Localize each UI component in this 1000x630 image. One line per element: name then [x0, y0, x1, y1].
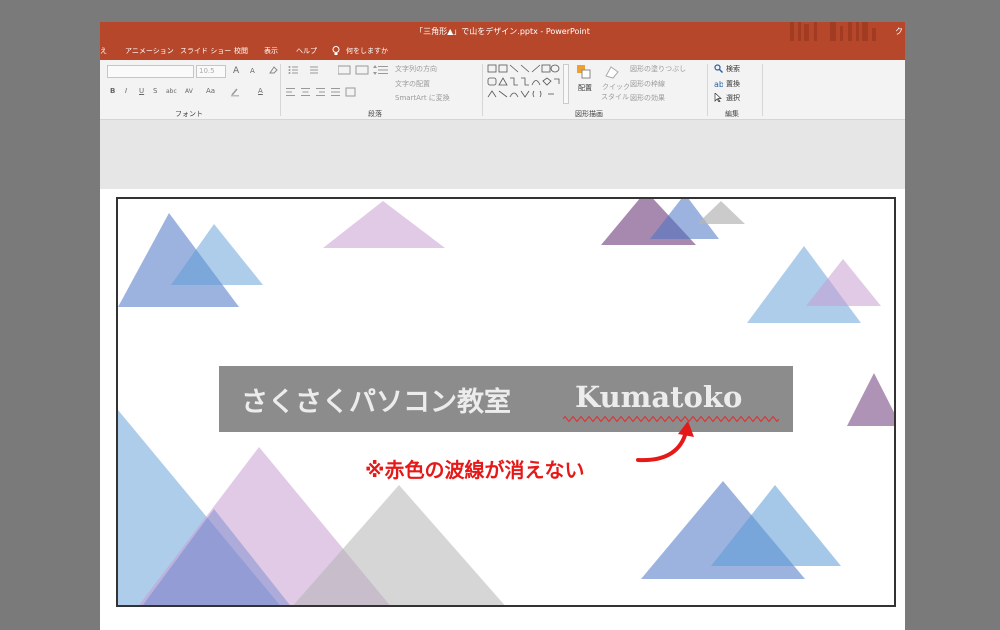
- arrange-button[interactable]: 配置: [578, 83, 592, 93]
- triangle-shape: [323, 201, 445, 248]
- align-icons[interactable]: [286, 87, 360, 99]
- change-case-button[interactable]: Aa: [206, 87, 215, 95]
- powerpoint-window: 「三角形▲」で山をデザイン.pptx - PowerPoint ク え アニメー…: [100, 22, 905, 630]
- slide-canvas[interactable]: さくさくパソコン教室 Kumatoko: [116, 197, 896, 607]
- indent-icon[interactable]: [337, 65, 376, 77]
- replace-button[interactable]: 置換: [726, 79, 740, 89]
- separator: [482, 64, 483, 116]
- slide-title-text[interactable]: さくさくパソコン教室: [241, 380, 511, 419]
- shape-effects-button[interactable]: 図形の効果: [630, 93, 665, 103]
- tab-design[interactable]: え: [100, 46, 107, 56]
- shape-outline-button[interactable]: 図形の枠線: [630, 79, 665, 89]
- highlight-icon[interactable]: [230, 87, 240, 99]
- replace-icon: ab: [714, 79, 724, 90]
- account-name[interactable]: ク: [895, 22, 903, 41]
- tab-view[interactable]: 表示: [264, 46, 278, 56]
- paragraph-group-label: 段落: [368, 110, 382, 118]
- bullets-icon[interactable]: [288, 65, 328, 77]
- window-title: 「三角形▲」で山をデザイン.pptx - PowerPoint: [415, 27, 590, 36]
- ribbon-tabs: え アニメーション スライド ショー 校閲 表示 ヘルプ 何をしますか: [100, 41, 905, 60]
- italic-button[interactable]: I: [125, 87, 127, 95]
- quick-style-label-2[interactable]: スタイル: [601, 92, 629, 102]
- align-text-button[interactable]: 文字の配置: [395, 79, 430, 89]
- underline-button[interactable]: U: [139, 87, 144, 95]
- ribbon: 10.5 A A B I U S abc AV Aa A フォント 文字列の方向…: [100, 60, 905, 120]
- strike-button[interactable]: S: [153, 87, 157, 95]
- slide-brand-text[interactable]: Kumatoko: [575, 380, 742, 414]
- quick-style-label[interactable]: クイック: [602, 82, 630, 92]
- tab-animations[interactable]: アニメーション: [125, 46, 174, 56]
- smartart-button[interactable]: SmartArt に変換: [395, 93, 450, 103]
- shape-fill-button[interactable]: 図形の塗りつぶし: [630, 64, 686, 74]
- svg-text:ab: ab: [714, 80, 723, 88]
- text-direction-button[interactable]: 文字列の方向: [395, 64, 437, 74]
- font-color-button[interactable]: A: [258, 87, 263, 95]
- shrink-font-button[interactable]: A: [250, 67, 255, 75]
- grow-font-button[interactable]: A: [233, 66, 239, 76]
- search-icon: [714, 64, 723, 75]
- quick-style-icon[interactable]: [603, 64, 621, 80]
- triangle-shape: [847, 373, 894, 426]
- tab-slideshow[interactable]: スライド ショー: [180, 46, 231, 56]
- slide-editing-pane: さくさくパソコン教室 Kumatoko: [100, 189, 905, 630]
- title-bar: 「三角形▲」で山をデザイン.pptx - PowerPoint ク: [100, 22, 905, 41]
- arrange-icon[interactable]: [576, 64, 592, 80]
- annotation-text: ※赤色の波線が消えない: [365, 458, 585, 482]
- tab-help[interactable]: ヘルプ: [296, 46, 317, 56]
- select-button[interactable]: 選択: [726, 93, 740, 103]
- clear-format-icon[interactable]: [268, 65, 278, 77]
- edit-group-label: 編集: [725, 110, 739, 118]
- line-spacing-icon[interactable]: [373, 65, 389, 77]
- separator: [762, 64, 763, 116]
- separator: [707, 64, 708, 116]
- font-group-label: フォント: [175, 110, 203, 118]
- bold-button[interactable]: B: [110, 87, 115, 95]
- lightbulb-icon: [332, 46, 340, 58]
- shapes-gallery[interactable]: [487, 63, 561, 103]
- title-banner[interactable]: さくさくパソコン教室 Kumatoko: [219, 366, 793, 432]
- tab-review[interactable]: 校閲: [234, 46, 248, 56]
- drawing-group-label: 図形描画: [575, 110, 603, 118]
- annotation-arrow-icon: [636, 421, 694, 463]
- shapes-scroll[interactable]: [563, 64, 569, 104]
- slide-thumbnail-area[interactable]: [100, 121, 905, 189]
- char-spacing-button[interactable]: AV: [185, 88, 193, 95]
- font-name-box[interactable]: [107, 65, 194, 78]
- separator: [280, 64, 281, 116]
- font-size-box[interactable]: 10.5: [196, 65, 226, 78]
- select-cursor-icon: [714, 92, 723, 104]
- triangle-shape: [697, 201, 745, 224]
- find-button[interactable]: 検索: [726, 64, 740, 74]
- shadow-button[interactable]: abc: [166, 88, 177, 95]
- title-bar-decoration: [790, 22, 876, 41]
- tell-me-search[interactable]: 何をしますか: [346, 46, 388, 56]
